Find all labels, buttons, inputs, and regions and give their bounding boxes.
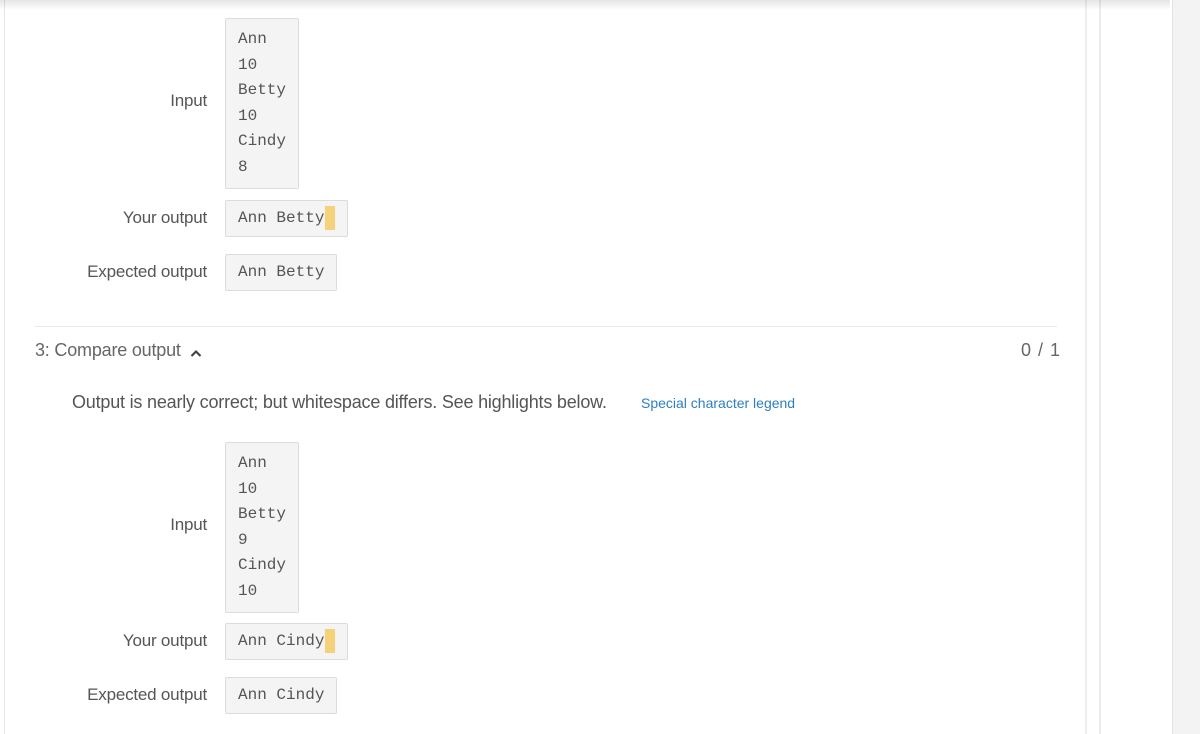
test3-input-row: Input Ann 10 Betty 9 Cindy 10 <box>0 442 300 613</box>
input-label: Input <box>170 91 207 110</box>
test2-input-row: Input Ann 10 Betty 10 Cindy 8 <box>0 18 300 189</box>
expected-output-box: Ann Betty <box>225 254 338 291</box>
side-panel-border <box>1099 0 1101 734</box>
your-output-text: Ann Cindy <box>238 632 325 650</box>
input-box: Ann 10 Betty 9 Cindy 10 <box>225 442 300 613</box>
result-message: Output is nearly correct; but whitespace… <box>72 392 607 412</box>
test-score: 0 / 1 <box>1021 340 1062 360</box>
test2-your-output-row: Your output Ann Betty <box>0 200 349 237</box>
test-title: 3: Compare output <box>35 340 181 360</box>
scrollbar[interactable] <box>1172 0 1200 734</box>
expected-output-label: Expected output <box>87 685 207 704</box>
test2-expected-output-row: Expected output Ann Betty <box>0 254 338 291</box>
whitespace-highlight <box>325 206 336 230</box>
test-header[interactable]: 3: Compare output <box>35 340 203 361</box>
right-border <box>1085 0 1087 734</box>
top-shadow <box>0 0 1170 10</box>
special-character-legend-link[interactable]: Special character legend <box>641 395 795 411</box>
your-output-label: Your output <box>122 208 207 227</box>
your-output-box: Ann Cindy <box>225 623 349 660</box>
section-divider <box>35 326 1057 327</box>
your-output-box: Ann Betty <box>225 200 349 237</box>
whitespace-highlight <box>325 629 336 653</box>
expected-output-label: Expected output <box>87 262 207 281</box>
your-output-text: Ann Betty <box>238 209 325 227</box>
test3-your-output-row: Your output Ann Cindy <box>0 623 349 660</box>
chevron-up-icon[interactable] <box>189 344 203 358</box>
test3-expected-output-row: Expected output Ann Cindy <box>0 677 338 714</box>
expected-output-box: Ann Cindy <box>225 677 338 714</box>
your-output-label: Your output <box>122 631 207 650</box>
input-label: Input <box>170 515 207 534</box>
input-box: Ann 10 Betty 10 Cindy 8 <box>225 18 300 189</box>
